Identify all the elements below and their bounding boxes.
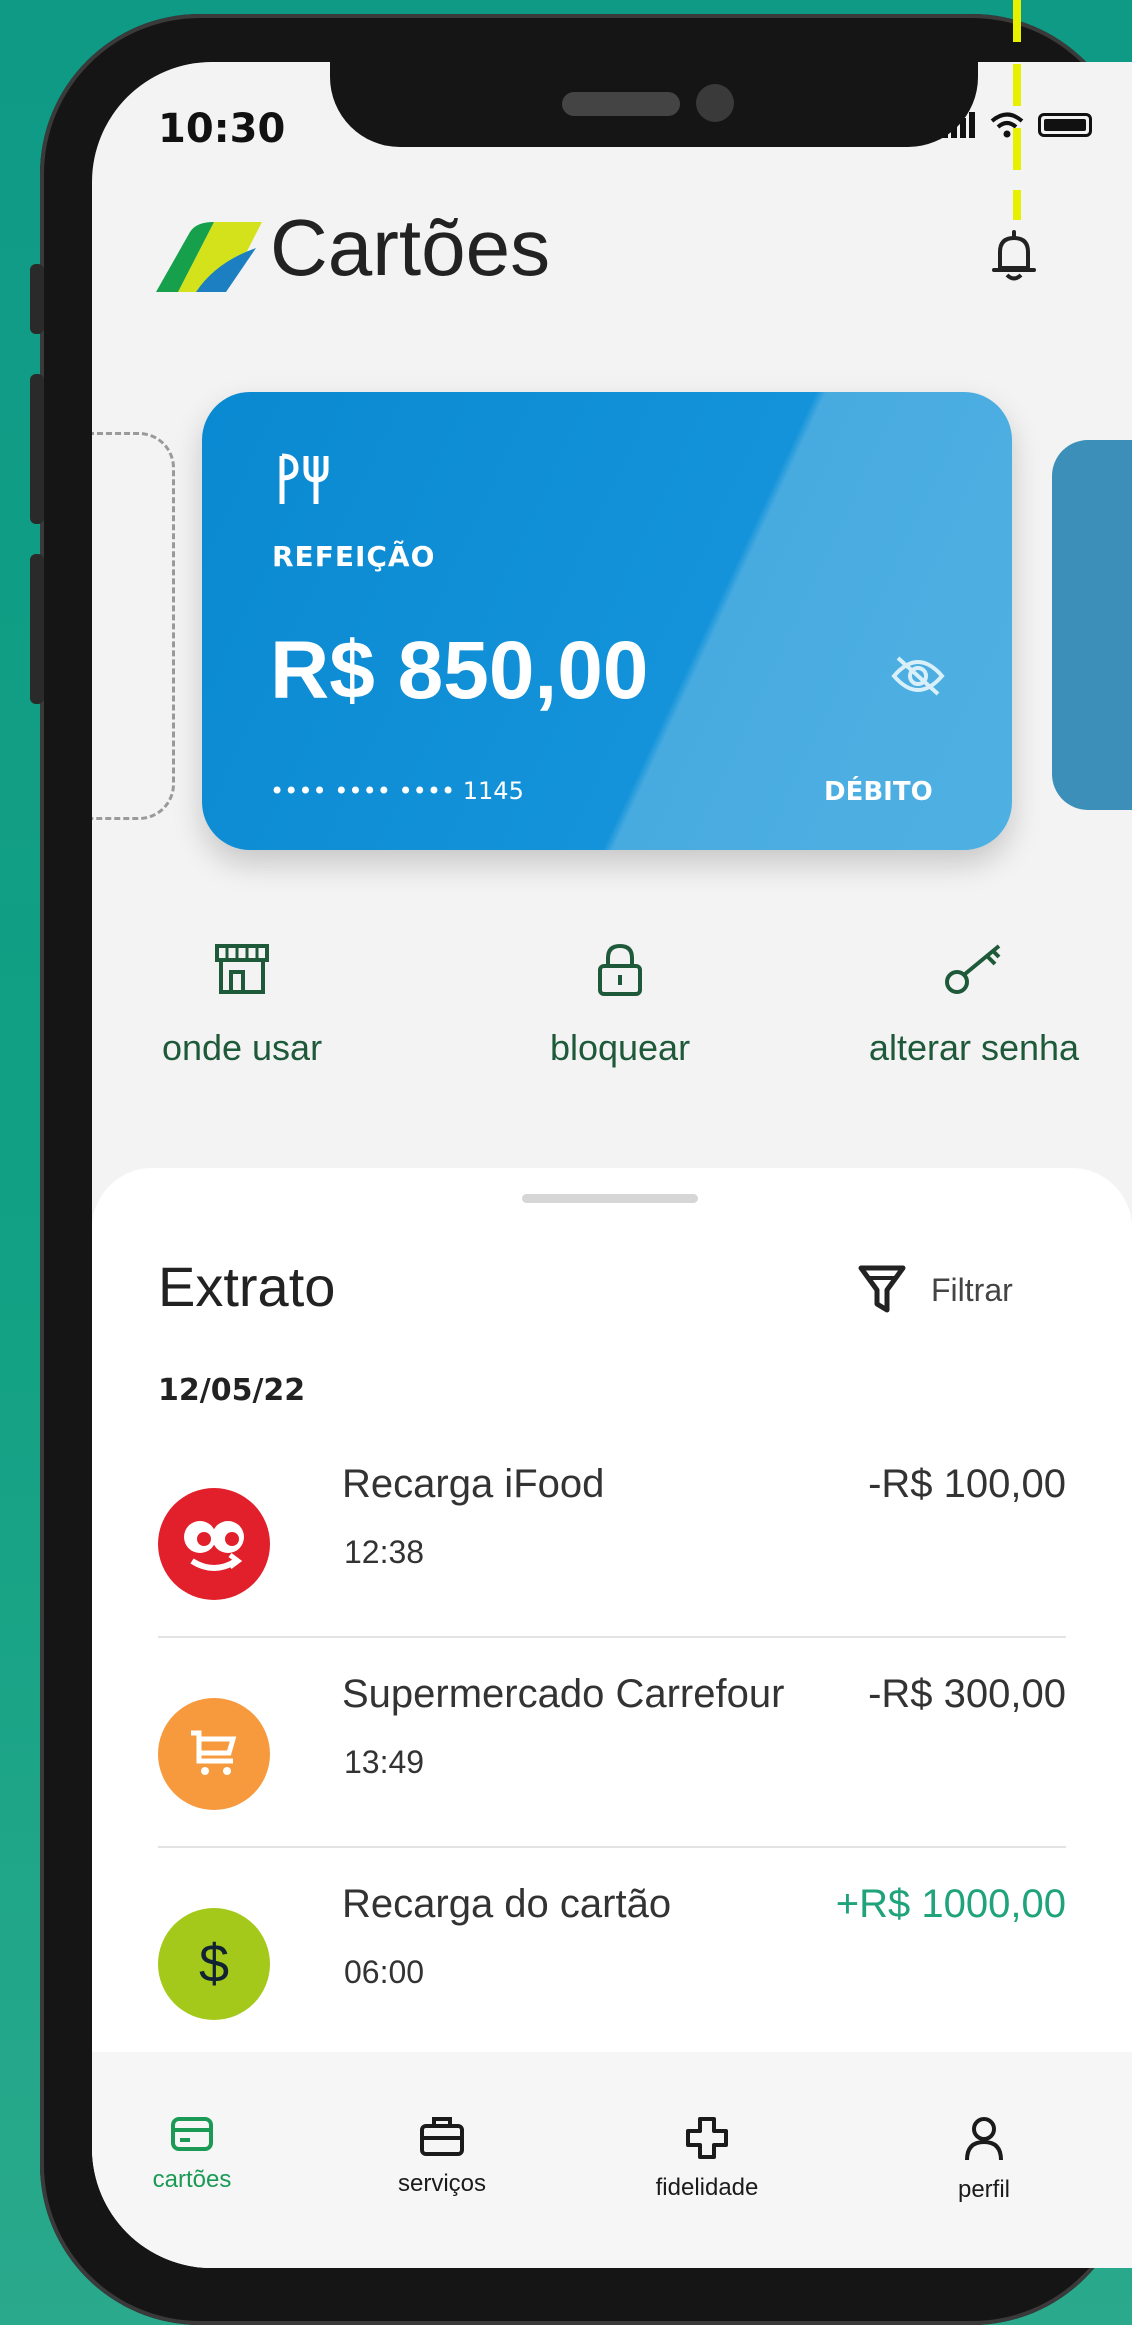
tab-label: serviços [397, 2170, 487, 2197]
sheet-drag-handle[interactable] [522, 1194, 698, 1203]
transaction-time: 06:00 [344, 1954, 425, 1990]
store-icon [215, 944, 269, 994]
transaction-time: 13:49 [344, 1744, 425, 1780]
transaction-row[interactable]: $ Recarga do cartão 06:00 +R$ 1000,00 [92, 1858, 1132, 2058]
transaction-amount: -R$ 300,00 [868, 1672, 1066, 1716]
dollar-icon: $ [158, 1908, 270, 2020]
card-number: •••• •••• •••• 1145 [270, 777, 524, 805]
tab-fidelidade[interactable]: fidelidade [607, 2116, 807, 2202]
tab-label: fidelidade [655, 2174, 759, 2201]
transaction-name: Supermercado Carrefour [342, 1672, 785, 1716]
status-time: 10:30 [158, 106, 286, 152]
volume-up-button [30, 374, 44, 524]
lock-icon [598, 943, 642, 996]
key-icon [945, 944, 1001, 994]
user-icon [965, 2117, 1003, 2161]
block-label: bloquear [549, 1027, 691, 1068]
tab-label: perfil [957, 2176, 1011, 2203]
notch [330, 62, 978, 147]
annotation-dash [1013, 0, 1021, 42]
meal-card[interactable]: REFEIÇÃO R$ 850,00 •••• •••• •••• 1145 D… [202, 392, 1012, 850]
where-to-use-button[interactable]: onde usar [132, 942, 352, 1069]
card-type-label: REFEIÇÃO [272, 540, 436, 573]
statement-title: Extrato [158, 1255, 336, 1318]
plus-icon [686, 2117, 728, 2159]
card-icon [171, 2117, 213, 2151]
transaction-amount: +R$ 1000,00 [835, 1882, 1066, 1926]
filter-label: Filtrar [931, 1271, 1013, 1308]
briefcase-icon [420, 2117, 464, 2156]
tab-cartoes[interactable]: cartões [92, 2116, 292, 2194]
transaction-row[interactable]: Recarga iFood 12:38 -R$ 100,00 [92, 1438, 1132, 1638]
bell-icon[interactable] [992, 230, 1036, 282]
tab-servicos[interactable]: serviços [342, 2116, 542, 2198]
app-screen: 10:30 Cartões REFEIÇÃO R$ 850,00 •••• ••… [92, 62, 1132, 2268]
funnel-icon [858, 1265, 906, 1313]
shopping-cart-icon [158, 1698, 270, 1810]
transaction-amount: -R$ 100,00 [868, 1462, 1066, 1506]
transaction-name: Recarga iFood [342, 1462, 605, 1506]
speaker [562, 92, 680, 116]
card-mode: DÉBITO [824, 777, 933, 807]
ifood-logo-icon [158, 1488, 270, 1600]
volume-down-button [30, 554, 44, 704]
change-password-button[interactable]: alterar senha [864, 942, 1084, 1069]
annotation-dash [1013, 64, 1021, 106]
front-camera [696, 84, 734, 122]
eye-off-icon[interactable] [890, 654, 946, 698]
tab-perfil[interactable]: perfil [884, 2116, 1084, 2204]
transaction-time: 12:38 [344, 1534, 425, 1570]
bottom-tab-bar: cartões serviços fidelidade perfil [92, 2052, 1132, 2268]
page-title: Cartões [270, 203, 551, 292]
annotation-dash [1013, 128, 1021, 170]
tab-label: cartões [152, 2166, 232, 2193]
transaction-row[interactable]: Supermercado Carrefour 13:49 -R$ 300,00 [92, 1648, 1132, 1848]
divider [158, 1846, 1066, 1848]
where-to-use-label: onde usar [161, 1027, 323, 1068]
previous-card-placeholder[interactable] [92, 432, 175, 820]
block-button[interactable]: bloquear [510, 942, 730, 1069]
brand-logo [156, 222, 262, 292]
cutlery-icon [279, 453, 329, 504]
card-balance: R$ 850,00 [270, 625, 649, 716]
transaction-name: Recarga do cartão [342, 1882, 672, 1926]
divider [158, 1636, 1066, 1638]
mute-switch [30, 264, 44, 334]
filter-button[interactable]: Filtrar [857, 1264, 1013, 1316]
battery-icon [1038, 113, 1092, 137]
change-password-label: alterar senha [868, 1027, 1080, 1068]
statement-date: 12/05/22 [158, 1373, 306, 1408]
annotation-dash [1013, 190, 1021, 220]
next-card-preview[interactable] [1052, 440, 1132, 810]
